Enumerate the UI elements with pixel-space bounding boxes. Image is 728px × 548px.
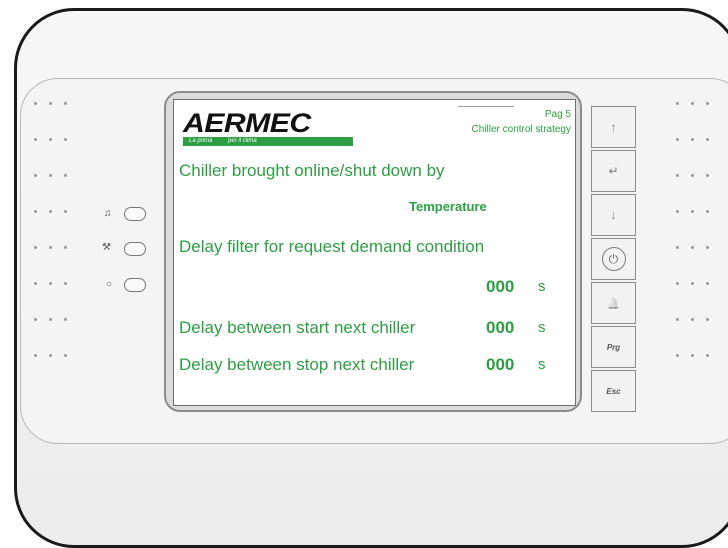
vent-dot (64, 102, 67, 105)
vent-dot (49, 354, 52, 357)
vent-dot (706, 282, 709, 285)
vent-dot (64, 282, 67, 285)
vent-dot (676, 174, 679, 177)
vent-dot (706, 138, 709, 141)
vent-dot (64, 318, 67, 321)
prg-label: Prg (606, 342, 621, 352)
alarm-led (124, 207, 146, 221)
power-button[interactable]: ⏻ (591, 238, 636, 280)
service-led (124, 242, 146, 256)
alarm-button[interactable]: 🔔 (591, 282, 636, 324)
vent-dot (34, 246, 37, 249)
vent-dot (691, 174, 694, 177)
delay-filter-unit: s (538, 278, 546, 295)
vent-dot (49, 318, 52, 321)
delay-start-label: Delay between start next chiller (179, 318, 416, 337)
vent-dot (676, 138, 679, 141)
vent-dot (49, 138, 52, 141)
circle-icon: ○ (106, 279, 113, 290)
page-title: Chiller control strategy (471, 124, 571, 135)
down-button[interactable]: ↓ (591, 194, 636, 236)
delay-start-unit: s (538, 319, 546, 336)
vent-dot (64, 138, 67, 141)
tagline-right: per il clima (228, 138, 257, 144)
vent-dot (706, 318, 709, 321)
enter-icon: ↵ (608, 164, 619, 178)
delay-start-value[interactable]: 000 (486, 318, 514, 338)
vent-dot (34, 174, 37, 177)
vent-dot (691, 210, 694, 213)
delay-filter-value[interactable]: 000 (486, 277, 514, 297)
logo-tagline: La prima per il clima (183, 137, 353, 146)
vent-dot (34, 102, 37, 105)
up-button[interactable]: ↑ (591, 106, 636, 148)
wrench-icon: ⚒ (102, 242, 111, 253)
tagline-left: La prima (189, 138, 213, 144)
esc-button[interactable]: Esc (591, 370, 636, 412)
delay-filter-label: Delay filter for request demand conditio… (179, 237, 485, 256)
vent-dot (49, 246, 52, 249)
vent-dot (706, 174, 709, 177)
vent-dot (691, 354, 694, 357)
lcd-screen: AERMEC La prima per il clima Pag 5 Chill… (173, 99, 576, 406)
vent-dot (691, 282, 694, 285)
esc-label: Esc (606, 386, 621, 396)
power-icon: ⏻ (601, 247, 626, 271)
enter-button[interactable]: ↵ (591, 150, 636, 192)
arrow-up-icon: ↑ (610, 120, 617, 134)
delay-stop-value[interactable]: 000 (486, 355, 514, 375)
vent-dot (706, 102, 709, 105)
prg-button[interactable]: Prg (591, 326, 636, 368)
vent-dot (676, 354, 679, 357)
vent-dot (676, 102, 679, 105)
vent-dot (49, 282, 52, 285)
vent-dot (34, 282, 37, 285)
vent-dot (706, 246, 709, 249)
vent-dot (64, 210, 67, 213)
vent-dot (691, 138, 694, 141)
vent-dot (676, 282, 679, 285)
delay-stop-label: Delay between stop next chiller (179, 355, 415, 374)
brought-online-label: Chiller brought online/shut down by (179, 161, 445, 180)
header-rule (458, 106, 514, 107)
delay-stop-unit: s (538, 356, 546, 373)
bell-icon: ♫ (104, 208, 112, 219)
vent-dot (676, 210, 679, 213)
vent-dot (34, 318, 37, 321)
vent-dot (34, 138, 37, 141)
brought-online-value[interactable]: Temperature (409, 199, 487, 214)
vent-dot (49, 174, 52, 177)
vent-dot (676, 246, 679, 249)
logo-text: AERMEC (183, 108, 311, 138)
vent-dot (676, 318, 679, 321)
power-led (124, 278, 146, 292)
vent-dot (64, 354, 67, 357)
page-number: Pag 5 (544, 109, 571, 120)
vent-dot (49, 210, 52, 213)
vent-dot (64, 174, 67, 177)
arrow-down-icon: ↓ (610, 208, 617, 222)
vent-dot (706, 210, 709, 213)
vent-dot (691, 102, 694, 105)
bell-icon: 🔔 (606, 297, 621, 310)
vent-dot (64, 246, 67, 249)
vent-dot (34, 354, 37, 357)
vent-dot (706, 354, 709, 357)
vent-dot (691, 246, 694, 249)
vent-dot (34, 210, 37, 213)
vent-dot (691, 318, 694, 321)
vent-dot (49, 102, 52, 105)
